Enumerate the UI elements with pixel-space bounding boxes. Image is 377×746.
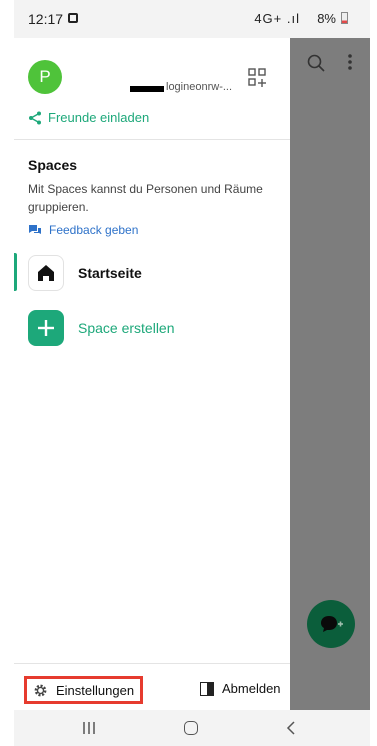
- space-item-home[interactable]: Startseite: [28, 255, 142, 291]
- redacted-username: [130, 86, 164, 92]
- notification-icon: [68, 13, 78, 23]
- active-indicator: [14, 253, 17, 291]
- share-icon: [29, 111, 41, 124]
- home-nav-icon[interactable]: [184, 721, 198, 735]
- logout-icon: [200, 681, 214, 696]
- feedback-icon: [29, 225, 41, 234]
- logout-button[interactable]: Abmelden: [200, 681, 281, 696]
- home-icon-box: [28, 255, 64, 291]
- logout-label: Abmelden: [222, 681, 281, 696]
- invite-friends-button[interactable]: Freunde einladen: [28, 110, 149, 125]
- spaces-title: Spaces: [28, 157, 78, 173]
- recent-apps-icon[interactable]: [82, 722, 96, 734]
- spaces-description: Mit Spaces kannst du Personen und Räume …: [28, 182, 263, 214]
- feedback-button[interactable]: Feedback geben: [28, 223, 138, 237]
- system-nav-bar: [14, 710, 370, 746]
- create-space-button[interactable]: Space erstellen: [28, 310, 175, 346]
- feedback-label: Feedback geben: [49, 223, 139, 237]
- search-icon: [307, 54, 325, 72]
- footer-divider: [14, 663, 290, 664]
- status-time: 12:17: [28, 11, 64, 27]
- settings-button[interactable]: Einstellungen: [24, 676, 144, 704]
- user-id: logineonrw-...: [166, 81, 233, 93]
- invite-friends-label: Freunde einladen: [48, 110, 150, 125]
- plus-icon: [38, 320, 54, 336]
- new-chat-button[interactable]: [307, 600, 355, 648]
- battery-icon: [341, 12, 348, 24]
- status-bar: 12:17 4G+ .ıl 8%: [14, 0, 370, 38]
- back-icon[interactable]: [286, 721, 296, 735]
- battery-percent: 8%: [317, 11, 336, 26]
- chat-plus-icon: [321, 616, 343, 632]
- home-icon: [38, 265, 54, 281]
- qr-code-icon[interactable]: [248, 68, 266, 88]
- signal-indicator: 4G+ .ıl: [254, 11, 300, 26]
- create-space-label: Space erstellen: [78, 320, 175, 336]
- gear-icon: [34, 684, 47, 696]
- phone-screen: 12:17 4G+ .ıl 8% P logineonrw-... Freund…: [0, 0, 377, 746]
- home-label: Startseite: [78, 265, 142, 281]
- divider: [14, 139, 290, 140]
- avatar[interactable]: P: [28, 60, 62, 94]
- more-vertical-icon: [348, 54, 352, 70]
- settings-label: Einstellungen: [56, 682, 135, 698]
- navigation-drawer: P logineonrw-... Freunde einladen Spaces…: [14, 38, 290, 710]
- create-space-icon-box: [28, 310, 64, 346]
